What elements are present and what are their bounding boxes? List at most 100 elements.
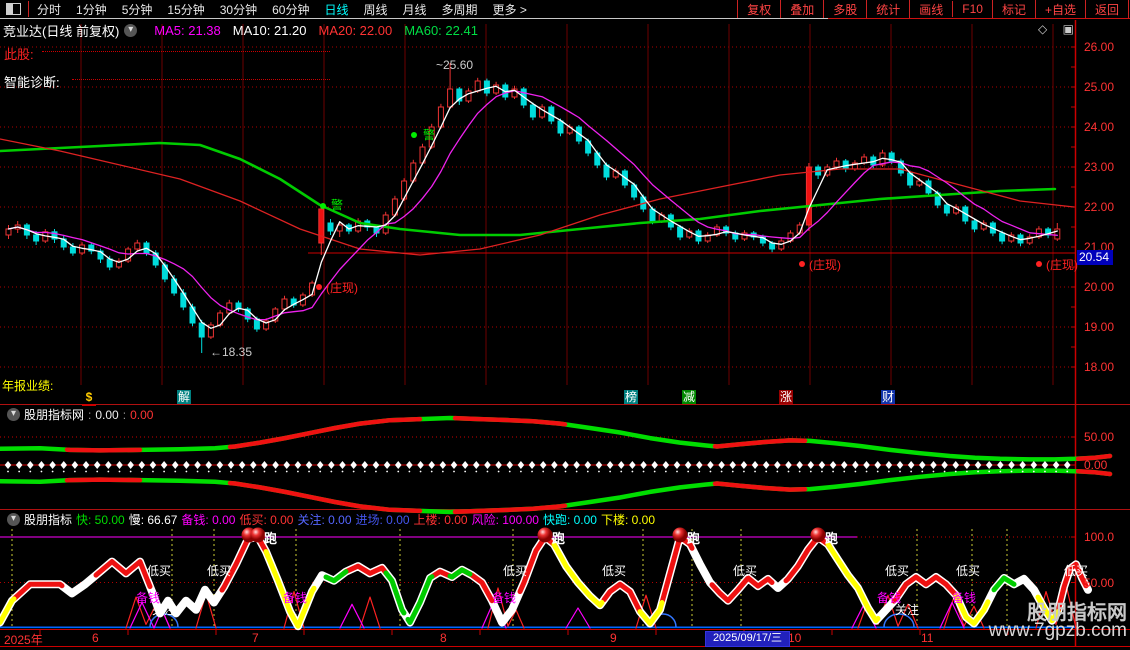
event-tag-涨[interactable]: 涨 [779, 390, 793, 404]
low-buy-label: 低买 [885, 564, 910, 578]
price-tick-label: 20.00 [1084, 280, 1115, 294]
period-item-1分钟[interactable]: 1分钟 [76, 1, 107, 18]
ma-label: MA20: 22.00 [318, 23, 393, 38]
trading-app-window: { "topbar": { "left_items": [ {"label":"… [0, 0, 1130, 650]
annotation: (庄现) [1046, 258, 1078, 272]
action-menu: 复权 叠加 多股 统计 画线 F10 标记 +自选 返回 [737, 0, 1129, 19]
price-tick-label: 19.00 [1084, 320, 1115, 334]
period-menu: 分时 1分钟 5分钟 15分钟 30分钟 60分钟 日线 周线 月线 多周期 更多 > [37, 1, 527, 18]
diagnosis-label: 智能诊断: [4, 75, 60, 90]
stock-title: 竞业达(日线 前复权) [3, 24, 120, 39]
month-label: 9 [610, 631, 617, 645]
panel2-value2: 0.00 [130, 407, 154, 422]
price-tick-label: 26.00 [1084, 40, 1115, 54]
annual-report-label: 年报业绩: [2, 379, 54, 393]
price-tick-label: 23.00 [1084, 160, 1115, 174]
stock-note-label: 此股: [4, 47, 34, 62]
indicator-value: 进场: 0.00 [355, 513, 410, 527]
action-item-返回[interactable]: 返回 [1084, 0, 1129, 19]
price-tick-label: 18.00 [1084, 360, 1115, 374]
panel2-value1: 0.00 [95, 407, 119, 422]
event-tag-解[interactable]: 解 [177, 390, 191, 404]
run-flag-label: 跑 [552, 531, 566, 546]
annotation: 警 [423, 128, 436, 142]
collapse-icon[interactable]: ▾ [7, 408, 20, 421]
indicator-value: 关注: 0.00 [297, 513, 352, 527]
panel2-header: ▾ 股朋指标网 : 0.00 : 0.00 [2, 406, 157, 423]
indicator-value: 低买: 0.00 [239, 513, 294, 527]
panel2-title: 股朋指标网 [24, 408, 85, 422]
action-item-多股[interactable]: 多股 [823, 0, 866, 19]
period-item-15分钟[interactable]: 15分钟 [167, 1, 204, 18]
panel3-title: 股朋指标 [24, 513, 73, 527]
period-item-月线[interactable]: 月线 [403, 1, 427, 18]
action-item-统计[interactable]: 统计 [866, 0, 909, 19]
chart-canvas[interactable] [0, 0, 1130, 650]
window-icon[interactable] [6, 3, 21, 15]
toolbar-divider [28, 1, 29, 17]
low-buy-label: 低买 [733, 564, 758, 578]
chart-title-row: 竞业达(日线 前复权) ▾ MA5: 21.38 MA10: 21.20 MA20:… [3, 21, 478, 40]
watermark-url: www.7gpzb.com [988, 620, 1127, 641]
annotation: ~25.60 [436, 58, 474, 72]
chart-corner-icons[interactable]: ◇ ▣ [1038, 22, 1080, 36]
indicator-value: 风险: 100.00 [471, 513, 539, 527]
indicator-value: 下楼: 0.00 [600, 513, 656, 527]
ma-label: MA5: 21.38 [154, 23, 221, 38]
event-tag-$[interactable]: $ [82, 390, 96, 406]
panel3-tick-label: 50.00 [1084, 575, 1115, 590]
action-item-复权[interactable]: 复权 [737, 0, 780, 19]
collapse-icon[interactable]: ▾ [7, 513, 20, 526]
panel3-indicator-values: 快: 50.00 慢: 66.67 备钱: 0.00 低买: 0.00 关注: 0.00… [76, 511, 659, 528]
period-item-30分钟[interactable]: 30分钟 [220, 1, 257, 18]
period-item-多周期[interactable]: 多周期 [442, 1, 478, 18]
price-tick-label: 22.00 [1084, 200, 1115, 214]
action-item-标记[interactable]: 标记 [991, 0, 1035, 19]
dotted-leader [42, 51, 330, 52]
price-tick-label: 25.00 [1084, 80, 1115, 94]
toolbar-underline-red [828, 18, 1130, 19]
ma-label: MA60: 22.41 [404, 23, 478, 38]
event-tag-减[interactable]: 减 [682, 390, 696, 404]
action-item-F10[interactable]: F10 [952, 1, 992, 17]
annotation: (庄现) [809, 258, 841, 272]
run-flag-label: 跑 [825, 531, 839, 546]
ma-labels: MA5: 21.38 MA10: 21.20 MA20: 22.00 MA60: 22… [142, 23, 478, 38]
run-flag-label: 跑 [687, 531, 701, 546]
month-label: 2025年 [4, 633, 43, 647]
period-item-日线[interactable]: 日线 [324, 1, 348, 18]
panel3-header: ▾ 股朋指标 快: 50.00 慢: 66.67 备钱: 0.00 低买: 0.00 关… [2, 511, 663, 528]
annotation: (庄现) [326, 281, 358, 295]
period-item-5分钟[interactable]: 5分钟 [122, 1, 153, 18]
guan-zhu-label: 关注 [895, 603, 920, 617]
indicator-value: 备钱: 0.00 [181, 513, 236, 527]
event-tag-财[interactable]: 财 [881, 390, 895, 404]
period-item-更多 >[interactable]: 更多 > [493, 1, 527, 18]
period-item-周线[interactable]: 周线 [363, 1, 387, 18]
indicator-value: 上楼: 0.00 [413, 513, 468, 527]
bei-qian-label: 备钱 [952, 591, 977, 605]
month-label: 7 [252, 631, 259, 645]
period-item-60分钟[interactable]: 60分钟 [272, 1, 309, 18]
low-buy-label: 低买 [207, 564, 232, 578]
period-item-分时[interactable]: 分时 [37, 1, 61, 18]
period-toolbar: 分时 1分钟 5分钟 15分钟 30分钟 60分钟 日线 周线 月线 多周期 更多 > 复权 叠加 多股… [0, 0, 1130, 19]
month-label: 6 [92, 631, 99, 645]
event-tag-榜[interactable]: 榜 [624, 390, 638, 404]
action-item-+自选[interactable]: +自选 [1034, 0, 1085, 19]
last-price-badge: 20.54 [1077, 250, 1114, 265]
low-buy-label: 低买 [956, 564, 981, 578]
collapse-icon[interactable]: ▾ [124, 24, 138, 37]
low-buy-label: 低买 [147, 564, 172, 578]
indicator-value: 慢: 66.67 [128, 513, 178, 527]
action-item-画线[interactable]: 画线 [909, 0, 952, 19]
bei-qian-label: 备钱 [492, 591, 517, 605]
annotation: 警 [331, 198, 344, 212]
cursor-date-box: 2025/09/17/三 [705, 631, 790, 647]
annotation: ←18.35 [210, 345, 253, 359]
action-item-叠加[interactable]: 叠加 [780, 0, 823, 19]
guan-zhu-label: 关注 [152, 603, 177, 617]
dotted-leader [72, 79, 330, 80]
month-label: 11 [921, 631, 934, 645]
low-buy-label: 低买 [503, 564, 528, 578]
